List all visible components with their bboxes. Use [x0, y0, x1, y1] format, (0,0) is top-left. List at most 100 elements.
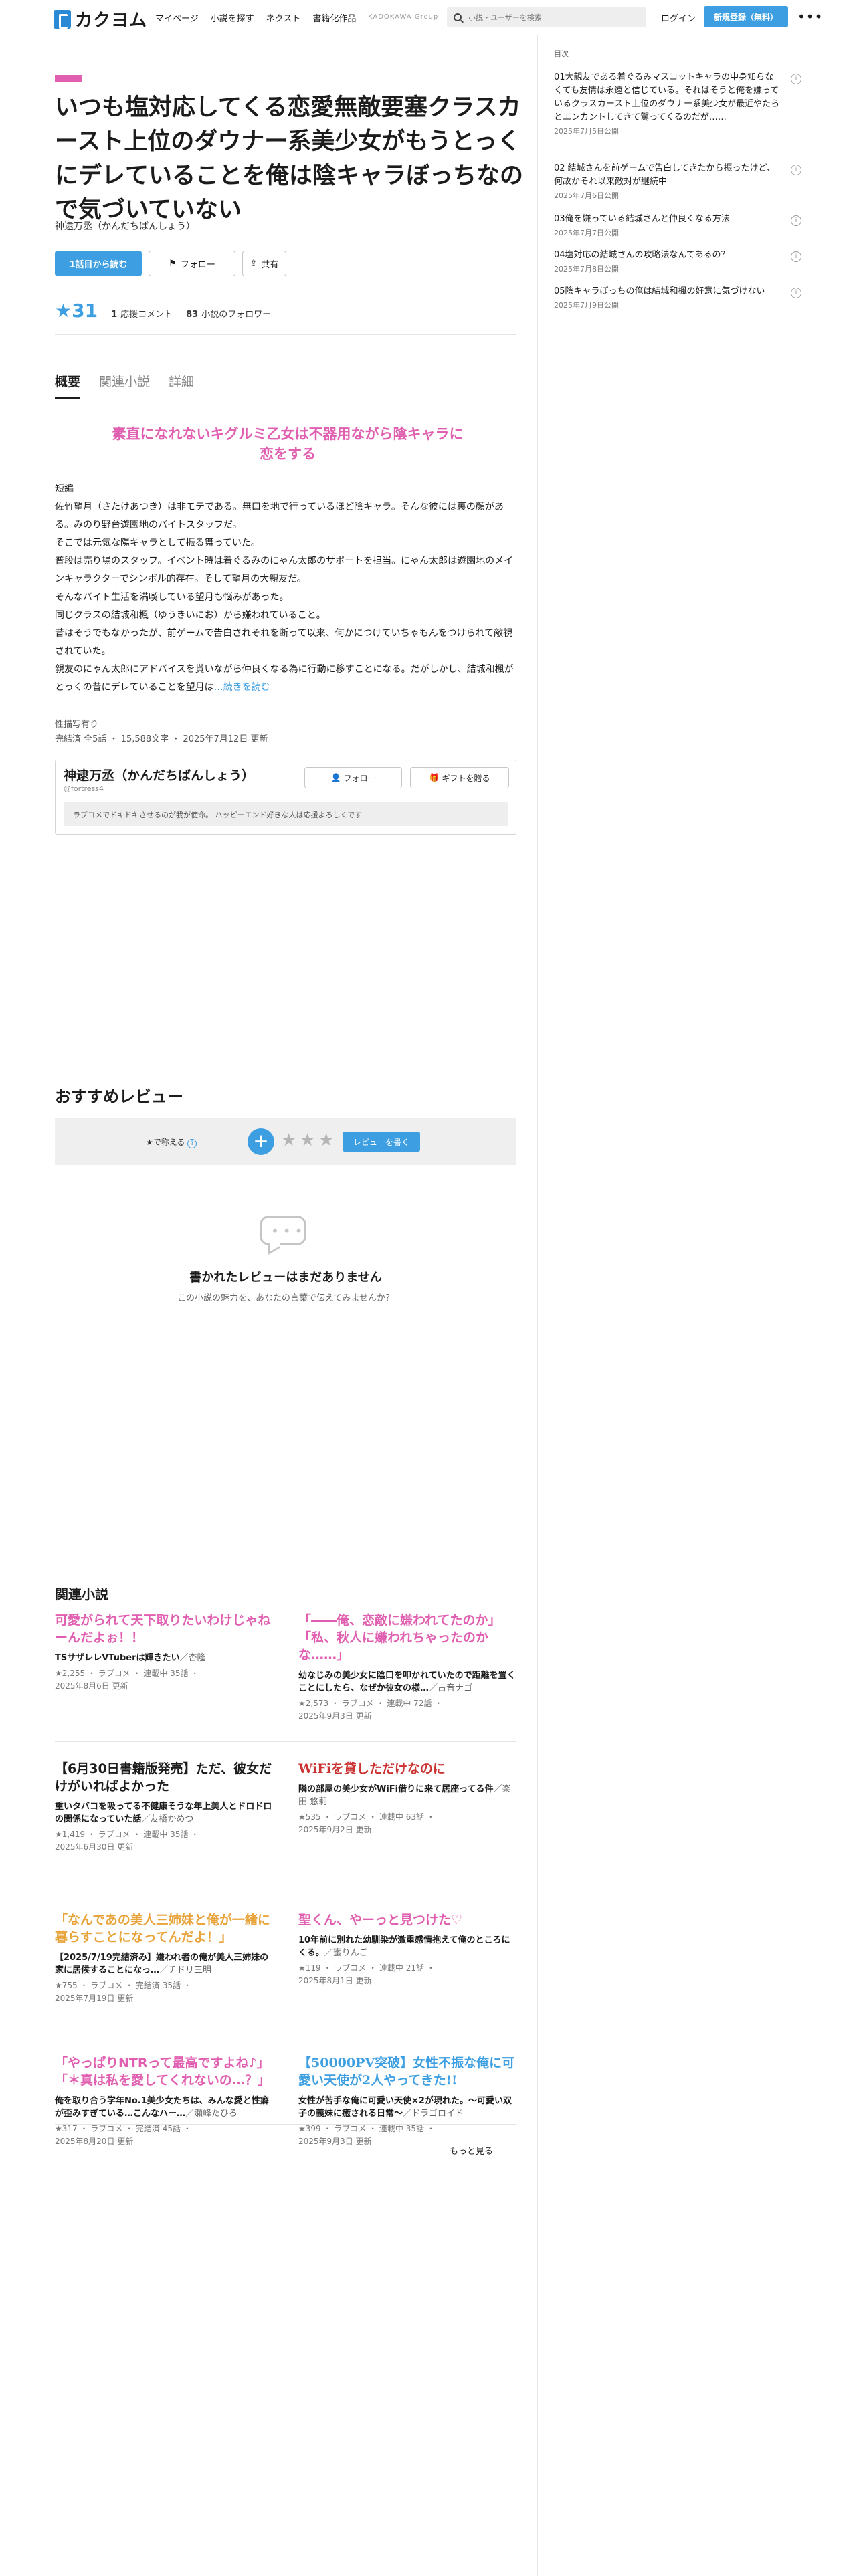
read-from-first-button[interactable]: 1話目から読む — [55, 251, 142, 276]
read-more-link[interactable]: …続きを読む — [214, 682, 270, 693]
follow-work-button[interactable]: ⚑ フォロー — [149, 251, 235, 276]
related-meta-date: 2025年9月2日 更新 — [298, 1825, 372, 1834]
author-handle[interactable]: @fortress4 — [64, 784, 104, 793]
write-review-button[interactable]: レビューを書く — [343, 1132, 420, 1152]
related-novel-card[interactable]: WiFiを貸しただけなのに 隣の部屋の美少女がWiFi借りに来て居座ってる件／楽… — [298, 1760, 516, 1836]
tab-details[interactable]: 詳細 — [169, 372, 194, 390]
related-author[interactable]: ／ドラゴロイド — [403, 2109, 464, 2119]
share-icon: ⇪ — [250, 258, 258, 269]
no-reviews-title: 書かれたレビューはまだありません — [189, 1271, 382, 1285]
related-author[interactable]: ／蜜りんご — [324, 1948, 368, 1958]
comments-label[interactable]: 応援コメント — [120, 307, 173, 320]
intro-line: そんなバイト生活を満喫している望月も悩みがあった。 — [55, 592, 289, 603]
related-title[interactable]: 可愛がられて天下取りたいわけじゃねーんだよぉ！！ — [55, 1612, 273, 1646]
kakuyomu-logo-icon — [54, 9, 71, 29]
add-star-button[interactable]: + — [248, 1128, 274, 1155]
followers-label[interactable]: 小説のフォロワー — [201, 307, 271, 320]
related-novel-card[interactable]: 可愛がられて天下取りたいわけじゃねーんだよぉ！！ TSサザレレVTuberは輝き… — [55, 1612, 273, 1693]
search-box — [447, 7, 646, 27]
search-input[interactable] — [468, 13, 636, 22]
kadokawa-group-label[interactable]: KADOKAWA Group — [368, 13, 438, 21]
more-menu-icon[interactable]: ••• — [797, 9, 823, 25]
work-title: いつも塩対応してくる恋愛無敵要塞クラスカースト上位のダウナー系美少女がもうとっく… — [55, 94, 524, 223]
episode-item[interactable]: 01大親友である着ぐるみマスコットキャラの中身知らなくても友情は永遠と信じている… — [554, 71, 801, 136]
related-novel-card[interactable]: 「やっぱりNTRって最高ですよね♪」「＊真は私を愛してくれないの…？」 俺を取り… — [55, 2054, 273, 2148]
nav-find-novels[interactable]: 小説を探す — [211, 11, 254, 24]
related-novel-card[interactable]: 「なんであの美人三姉妹と俺が一緒に暮らすことになってんだよ！」 【2025/7/… — [55, 1911, 273, 2005]
praise-with-stars-label: ★で称える? — [146, 1136, 197, 1148]
tab-related[interactable]: 関連小説 — [99, 372, 150, 390]
search-icon — [454, 13, 462, 21]
related-novel-card[interactable]: 聖くん、やーっと見つけた♡ 10年前に別れた幼馴染が激重感情抱えて俺のところにく… — [298, 1911, 516, 1988]
related-author[interactable]: ／チドリ三明 — [159, 1965, 211, 1975]
related-author[interactable]: ／杏隆 — [180, 1653, 206, 1663]
related-novel-card[interactable]: 【50000PV突破】女性不振な俺に可愛い天使が2人やってきた!! 女性が苦手な… — [298, 2054, 516, 2148]
episode-item[interactable]: 04塩対応の結城さんの攻略法なんてあるの？ 2025年7月8日公開 i — [554, 249, 801, 274]
info-icon[interactable]: i — [791, 215, 801, 226]
star-count[interactable]: ★31 — [55, 300, 98, 322]
related-title[interactable]: WiFiを貸しただけなのに — [298, 1760, 516, 1778]
episode-date: 2025年7月9日公開 — [554, 301, 619, 310]
related-novel-card[interactable]: 【6月30日書籍版発売】ただ、彼女だけがいればよかった 重いタバコを吸ってる不健… — [55, 1760, 273, 1854]
related-meta: ★755 ・ ラブコメ ・ 完結済 35話 ・ 2025年7月19日 更新 — [55, 1979, 273, 2005]
star-icon[interactable]: ★ — [281, 1130, 296, 1150]
intro-line: 普段は売り場のスタッフ。イベント時は着ぐるみのにゃん太郎のサポートを担当。にゃん… — [55, 556, 514, 584]
no-reviews-subtitle: この小説の魅力を、あなたの言葉で伝えてみませんか？ — [177, 1293, 394, 1303]
episode-item[interactable]: 05陰キャラぼっちの俺は結城和楓の好意に気づけない 2025年7月9日公開 i — [554, 285, 801, 310]
info-icon[interactable]: i — [791, 288, 801, 298]
comments-count[interactable]: 1 — [111, 310, 117, 320]
related-catch: 俺を取り合う学年No.1美少女たちは、みんな愛と性癖が歪みすぎている…こんなハー… — [55, 2095, 273, 2120]
nav-published-works[interactable]: 書籍化作品 — [312, 11, 356, 24]
related-heading: 関連小説 — [55, 1586, 108, 1602]
episode-title[interactable]: 03俺を嫌っている結城さんと仲良くなる方法 — [554, 213, 781, 226]
content-tags: 性描写有り — [55, 720, 99, 730]
related-novel-card[interactable]: 「――俺、恋敵に嫌われてたのか」「私、秋人に嫌われちゃったのかな……」 幼なじみ… — [298, 1612, 516, 1723]
author-bio: ラブコメでドキドキさせるのが我が使命。 ハッピーエンド好きな人は応援よろしくです — [64, 802, 508, 826]
related-author[interactable]: ／古音ナゴ — [429, 1683, 472, 1693]
related-title[interactable]: 【6月30日書籍版発売】ただ、彼女だけがいればよかった — [55, 1760, 273, 1795]
nav-mypage[interactable]: マイページ — [155, 11, 199, 24]
info-icon[interactable]: i — [791, 74, 801, 84]
follow-author-button[interactable]: 👤 フォロー — [304, 767, 402, 788]
related-title[interactable]: 「なんであの美人三姉妹と俺が一緒に暮らすことになってんだよ！」 — [55, 1911, 273, 1946]
intro-line: 短編 — [55, 484, 74, 494]
related-title[interactable]: 「――俺、恋敵に嫌われてたのか」「私、秋人に嫌われちゃったのかな……」 — [298, 1612, 516, 1664]
related-catch: 女性が苦手な俺に可愛い天使×2が現れた。〜可愛い双子の義妹に癒される日常〜／ドラ… — [298, 2095, 516, 2120]
related-meta-date: 2025年8月6日 更新 — [55, 1681, 128, 1691]
episode-item[interactable]: 03俺を嫌っている結城さんと仲良くなる方法 2025年7月7日公開 i — [554, 213, 801, 238]
related-meta: ★1,419 ・ ラブコメ ・ 連載中 35話 ・ 2025年6月30日 更新 — [55, 1828, 273, 1854]
nav-next[interactable]: ネクスト — [266, 11, 301, 24]
episode-title[interactable]: 01大親友である着ぐるみマスコットキャラの中身知らなくても友情は永遠と信じている… — [554, 71, 781, 124]
stats-divider-bottom — [55, 334, 516, 335]
help-icon[interactable]: ? — [187, 1139, 197, 1148]
site-logo[interactable]: カクヨム — [54, 7, 147, 31]
see-more-link[interactable]: もっと見る — [450, 2144, 493, 2157]
followers-count[interactable]: 83 — [186, 310, 198, 320]
intro-line: 同じクラスの結城和楓（ゆうきいにお）から嫌われていること。 — [55, 610, 326, 621]
tab-overview[interactable]: 概要 — [55, 372, 81, 399]
related-catch-text: 幼なじみの美少女に陰口を叩かれていたので距離を置くことにしたら、なぜか彼女の様… — [298, 1671, 516, 1693]
send-gift-button[interactable]: 🎁 ギフトを贈る — [410, 767, 509, 788]
star-icon[interactable]: ★ — [318, 1130, 334, 1150]
related-title[interactable]: 「やっぱりNTRって最高ですよね♪」「＊真は私を愛してくれないの…？」 — [55, 2054, 273, 2089]
share-button[interactable]: ⇪ 共有 — [242, 251, 286, 276]
work-meta: 完結済 全5話 ・ 15,588文字 ・ 2025年7月12日 更新 — [55, 734, 268, 744]
episode-title[interactable]: 05陰キャラぼっちの俺は結城和楓の好意に気づけない — [554, 285, 781, 298]
star-icon[interactable]: ★ — [300, 1130, 315, 1150]
work-author[interactable]: 神逮万丞（かんだちばんしょう） — [55, 219, 195, 233]
related-meta: ★2,573 ・ ラブコメ ・ 連載中 72話 ・ 2025年9月3日 更新 — [298, 1697, 516, 1723]
related-author[interactable]: ／瀬峰たひろ — [185, 2109, 237, 2119]
info-icon[interactable]: i — [791, 165, 801, 175]
episode-title[interactable]: 02 結城さんを前ゲームで告白してきたから振ったけど、何故かそれ以来敵対が継続中 — [554, 162, 781, 189]
info-icon[interactable]: i — [791, 251, 801, 262]
episode-item[interactable]: 02 結城さんを前ゲームで告白してきたから振ったけど、何故かそれ以来敵対が継続中… — [554, 162, 801, 201]
episode-title[interactable]: 04塩対応の結城さんの攻略法なんてあるの？ — [554, 249, 781, 262]
related-title[interactable]: 【50000PV突破】女性不振な俺に可愛い天使が2人やってきた!! — [298, 2054, 516, 2089]
author-name[interactable]: 神逮万丞（かんだちばんしょう） — [64, 766, 254, 784]
follow-work-label: フォロー — [180, 259, 215, 270]
related-title[interactable]: 聖くん、やーっと見つけた♡ — [298, 1911, 516, 1929]
signup-button[interactable]: 新規登録（無料） — [704, 6, 788, 27]
related-meta-date: 2025年8月20日 更新 — [55, 2137, 134, 2146]
related-author[interactable]: ／友橋かめつ — [141, 1814, 193, 1824]
login-link[interactable]: ログイン — [661, 11, 696, 24]
